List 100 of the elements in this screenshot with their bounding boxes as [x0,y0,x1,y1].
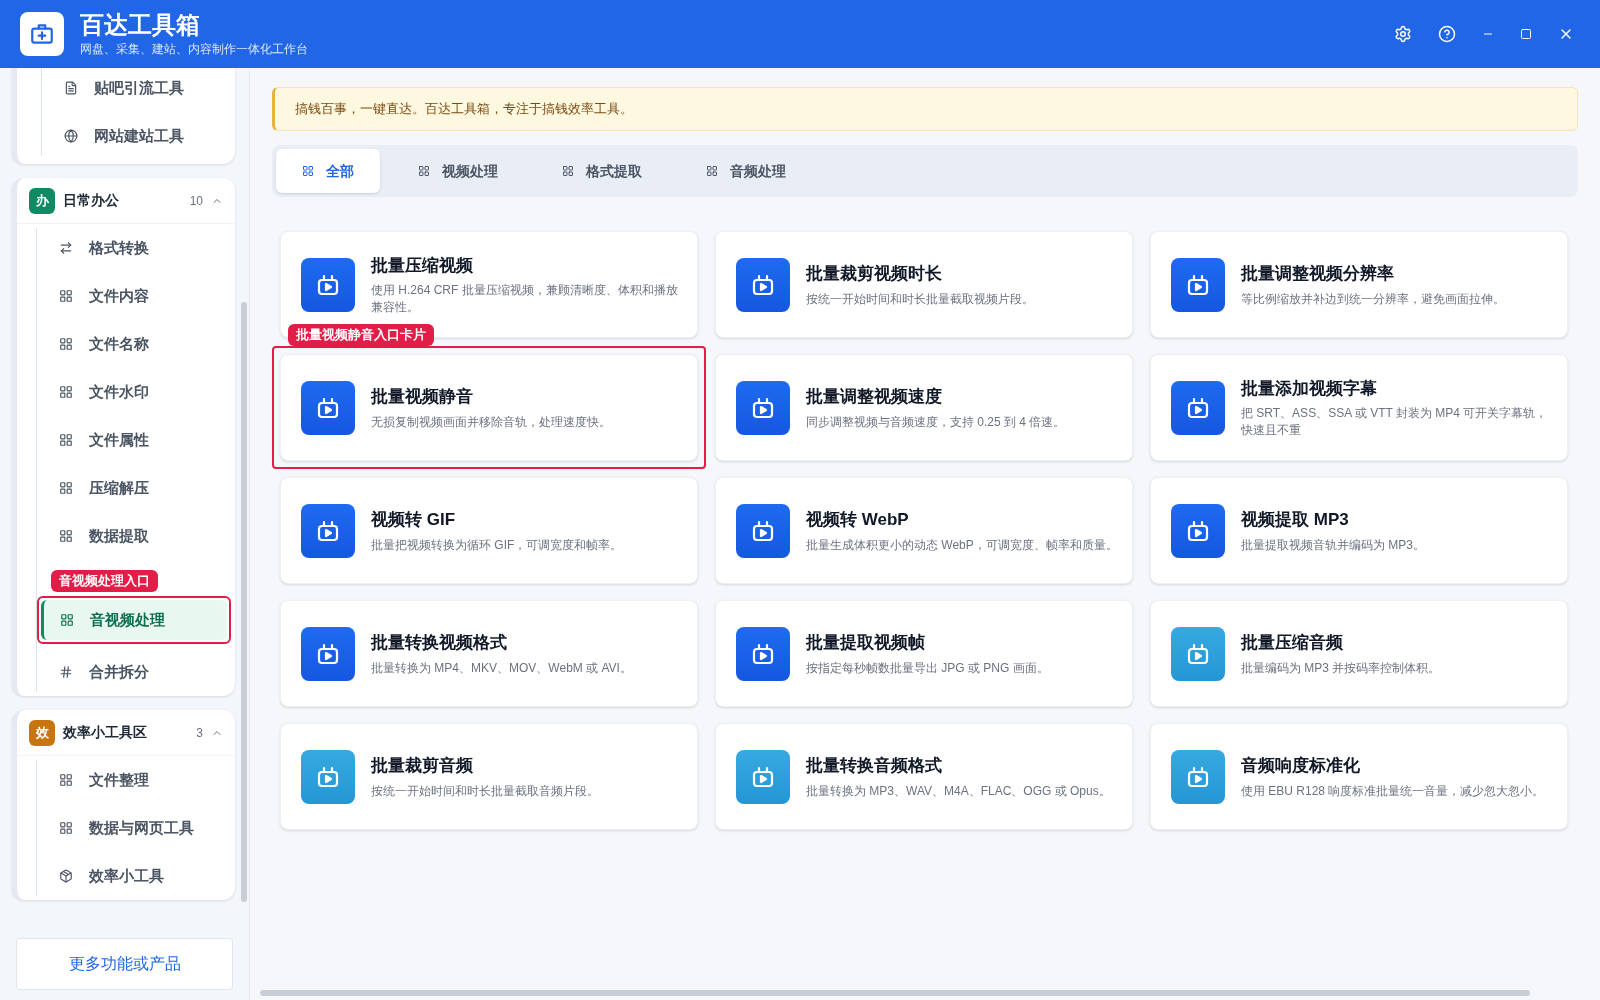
grid-icon [59,529,73,543]
video-icon [1171,749,1225,804]
card-title: 视频转 WebP [806,509,910,532]
sidebar-item[interactable]: 文件内容 [43,276,225,316]
video-icon [301,503,355,558]
card-description: 等比例缩放并补边到统一分辨率，避免画面拉伸。 [1241,290,1505,308]
grid-icon [59,289,73,303]
video-icon [301,380,355,435]
tool-card[interactable]: 音频响度标准化 使用 EBU R128 响度标准批量统一音量，减少忽大忽小。 [1150,723,1568,830]
card-description: 按统一开始时间和时长批量截取音频片段。 [371,782,599,800]
grid-icon [60,613,74,627]
tab[interactable]: 格式提取 [536,149,668,193]
tool-card[interactable]: 批量转换音频格式 批量转换为 MP3、WAV、M4A、FLAC、OGG 或 Opus。 [715,723,1133,830]
more-products-button[interactable]: 更多功能或产品 [16,938,233,990]
app-title: 百达工具箱 [80,10,201,40]
video-icon [736,749,790,804]
card-description: 无损复制视频画面并移除音轨，处理速度快。 [371,413,611,431]
card-description: 批量把视频转换为循环 GIF，可调宽度和帧率。 [371,536,623,554]
sidebar-item[interactable]: 音视频处理 [41,600,227,640]
card-description: 批量转换为 MP3、WAV、M4A、FLAC、OGG 或 Opus。 [806,782,1111,800]
sidebar-item[interactable]: 格式转换 [43,228,225,268]
sidebar-item[interactable]: 压缩解压 [43,468,225,508]
card-description: 批量生成体积更小的动态 WebP，可调宽度、帧率和质量。 [806,536,1118,554]
card-description: 批量转换为 MP4、MKV、MOV、WebM 或 AVI。 [371,659,632,677]
card-description: 把 SRT、ASS、SSA 或 VTT 封装为 MP4 可开关字幕轨，快速且不重 [1241,405,1549,440]
grid-icon [302,165,314,177]
tool-card[interactable]: 批量转换视频格式 批量转换为 MP4、MKV、MOV、WebM 或 AVI。 [280,600,698,707]
card-title: 批量裁剪视频时长 [806,263,943,286]
card-title: 批量视频静音 [371,386,474,409]
package-icon [59,869,73,883]
grid-icon [59,385,73,399]
sidebar-item[interactable]: 网站建站工具 [48,116,225,156]
card-description: 使用 H.264 CRF 批量压缩视频，兼顾清晰度、体积和播放兼容性。 [371,282,679,317]
video-icon [301,749,355,804]
grid-icon [59,481,73,495]
settings-icon[interactable] [1394,25,1412,43]
horizontal-scrollbar[interactable] [260,990,1530,996]
card-description: 批量提取视频音轨并编码为 MP3。 [1241,536,1425,554]
card-title: 批量转换音频格式 [806,755,943,778]
card-description: 使用 EBU R128 响度标准批量统一音量，减少忽大忽小。 [1241,782,1545,800]
tool-card[interactable]: 批量调整视频分辨率 等比例缩放并补边到统一分辨率，避免画面拉伸。 [1150,231,1568,338]
notice-text: 搞钱百事，一键直达。百达工具箱，专注于搞钱效率工具。 [295,100,633,119]
sidebar-item[interactable]: 文件水印 [43,372,225,412]
group-count: 3 [196,724,203,742]
tool-card[interactable]: 批量裁剪音频 按统一开始时间和时长批量截取音频片段。 [280,723,698,830]
grid-icon [59,337,73,351]
sidebar-item[interactable]: 贴吧引流工具 [48,68,225,108]
card-description: 按统一开始时间和时长批量截取视频片段。 [806,290,1034,308]
document-icon [64,81,78,95]
toolbox-logo-icon [20,12,64,56]
card-description: 同步调整视频与音频速度，支持 0.25 到 4 倍速。 [806,413,1066,431]
group-badge: 办 [29,187,55,214]
tool-card[interactable]: 视频转 GIF 批量把视频转换为循环 GIF，可调宽度和帧率。 [280,477,698,584]
swap-icon [59,241,73,255]
tool-card[interactable]: 批量视频静音 无损复制视频画面并移除音轨，处理速度快。 [280,354,698,461]
sidebar-item[interactable]: 合并拆分 [43,652,225,692]
grid-icon [418,165,430,177]
tool-card[interactable]: 视频转 WebP 批量生成体积更小的动态 WebP，可调宽度、帧率和质量。 [715,477,1133,584]
video-icon [301,257,355,312]
sidebar-item[interactable]: 文件名称 [43,324,225,364]
maximize-icon[interactable] [1520,28,1532,40]
video-icon [736,503,790,558]
hash-icon [59,665,73,679]
tool-card[interactable]: 批量提取视频帧 按指定每秒帧数批量导出 JPG 或 PNG 画面。 [715,600,1133,707]
callout-label: 音视频处理入口 [51,570,158,592]
card-title: 批量调整视频速度 [806,386,943,409]
sidebar-item[interactable]: 数据提取 [43,516,225,556]
card-title: 批量添加视频字幕 [1241,377,1378,400]
sidebar-item[interactable]: 文件整理 [43,760,225,800]
video-icon [301,626,355,681]
card-title: 批量压缩音频 [1241,632,1344,655]
card-title: 批量裁剪音频 [371,755,474,778]
tool-card[interactable]: 批量调整视频速度 同步调整视频与音频速度，支持 0.25 到 4 倍速。 [715,354,1133,461]
sidebar-item[interactable]: 效率小工具 [43,856,225,896]
sidebar-item[interactable]: 文件属性 [43,420,225,460]
group-title: 效率小工具区 [63,723,147,742]
grid-icon [706,165,718,177]
help-icon[interactable] [1438,25,1456,43]
video-icon [736,626,790,681]
card-title: 视频转 GIF [371,509,457,532]
tool-card[interactable]: 批量裁剪视频时长 按统一开始时间和时长批量截取视频片段。 [715,231,1133,338]
card-title: 视频提取 MP3 [1241,509,1350,532]
card-description: 批量编码为 MP3 并按码率控制体积。 [1241,659,1441,677]
card-title: 批量压缩视频 [371,254,474,277]
grid-icon [59,773,73,787]
tab[interactable]: 音频处理 [680,149,812,193]
video-icon [1171,626,1225,681]
app-subtitle: 网盘、采集、建站、内容制作一体化工作台 [80,41,308,58]
card-title: 批量转换视频格式 [371,632,508,655]
tab[interactable]: 全部 [276,149,380,193]
tool-card[interactable]: 视频提取 MP3 批量提取视频音轨并编码为 MP3。 [1150,477,1568,584]
tab[interactable]: 视频处理 [392,149,524,193]
callout-label: 批量视频静音入口卡片 [288,324,434,346]
tool-card[interactable]: 批量添加视频字幕 把 SRT、ASS、SSA 或 VTT 封装为 MP4 可开关字幕轨，快速且不重 [1150,354,1568,461]
video-icon [736,257,790,312]
card-description: 按指定每秒帧数批量导出 JPG 或 PNG 画面。 [806,659,1049,677]
sidebar-item[interactable]: 数据与网页工具 [43,808,225,848]
video-icon [1171,380,1225,435]
tool-card[interactable]: 批量压缩音频 批量编码为 MP3 并按码率控制体积。 [1150,600,1568,707]
grid-icon [59,433,73,447]
